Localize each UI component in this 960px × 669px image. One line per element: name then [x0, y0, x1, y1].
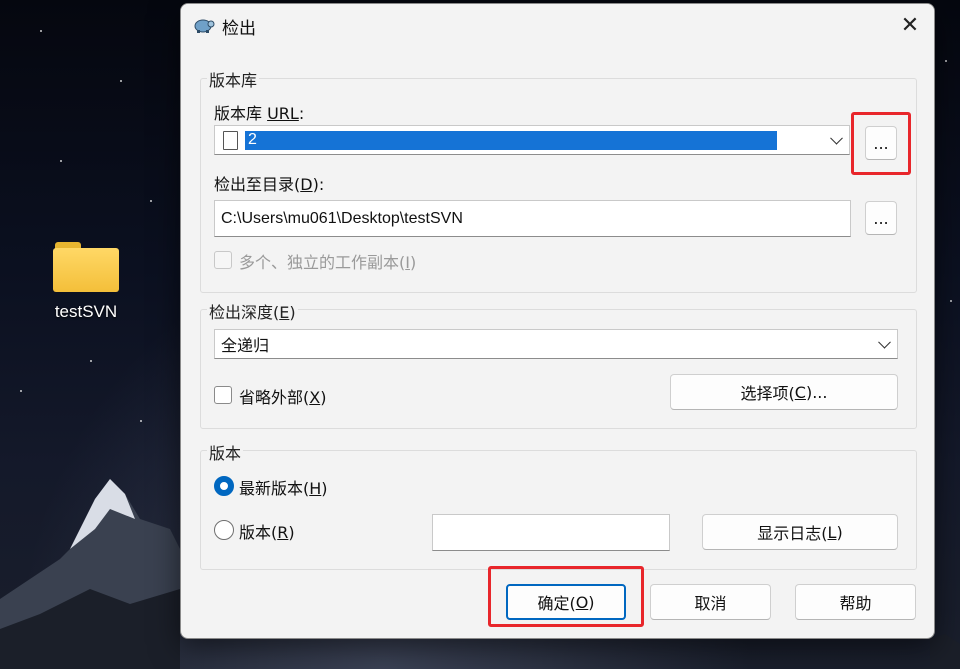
url-label: 版本库 URL: [214, 104, 305, 123]
desktop-folder-label: testSVN [54, 302, 118, 321]
chevron-down-icon [830, 131, 843, 145]
omit-externals-label: 省略外部(X) [239, 388, 327, 407]
url-value: 2 [248, 131, 257, 148]
title-bar[interactable]: 检出 ✕ [181, 4, 934, 46]
close-icon[interactable]: ✕ [886, 4, 934, 46]
omit-externals-checkbox[interactable] [214, 386, 232, 404]
depth-selected-value: 全递归 [221, 338, 270, 355]
browse-url-button[interactable]: ... [865, 126, 897, 160]
repository-group-label: 版本库 [207, 67, 260, 91]
head-revision-label: 最新版本(H) [239, 479, 328, 498]
browse-dir-button[interactable]: ... [865, 201, 897, 235]
revision-group-label: 版本 [207, 440, 244, 464]
url-combobox[interactable]: 2 [214, 125, 850, 155]
ok-button[interactable]: 确定(O) [506, 584, 626, 620]
options-button[interactable]: 选择项(C)... [670, 374, 898, 410]
depth-group [200, 309, 917, 429]
multi-wc-checkbox[interactable] [214, 251, 232, 269]
checkout-dir-label: 检出至目录(D): [214, 175, 325, 194]
specific-revision-radio[interactable] [214, 520, 234, 540]
file-icon [223, 131, 238, 150]
chevron-down-icon [878, 335, 891, 349]
folder-icon [53, 240, 119, 292]
cancel-button[interactable]: 取消 [650, 584, 771, 620]
depth-select[interactable]: 全递归 [214, 329, 898, 359]
url-selection-highlight [245, 131, 777, 150]
multi-wc-label: 多个、独立的工作副本(I) [239, 253, 417, 272]
checkout-dialog: 检出 ✕ 版本库 版本库 URL: 2 ... 检出至目录(D): C:\Use… [180, 3, 935, 639]
specific-revision-label: 版本(R) [239, 523, 295, 542]
show-log-button[interactable]: 显示日志(L) [702, 514, 898, 550]
help-button[interactable]: 帮助 [795, 584, 916, 620]
head-revision-radio[interactable] [214, 476, 234, 496]
depth-group-label: 检出深度(E) [207, 299, 298, 323]
checkout-dir-input[interactable]: C:\Users\mu061\Desktop\testSVN [214, 200, 851, 237]
desktop-folder-testsvn[interactable]: testSVN [42, 240, 130, 322]
revision-group [200, 450, 917, 570]
dialog-title: 检出 [222, 19, 256, 39]
tortoise-icon [194, 19, 215, 33]
revision-input[interactable] [432, 514, 670, 551]
